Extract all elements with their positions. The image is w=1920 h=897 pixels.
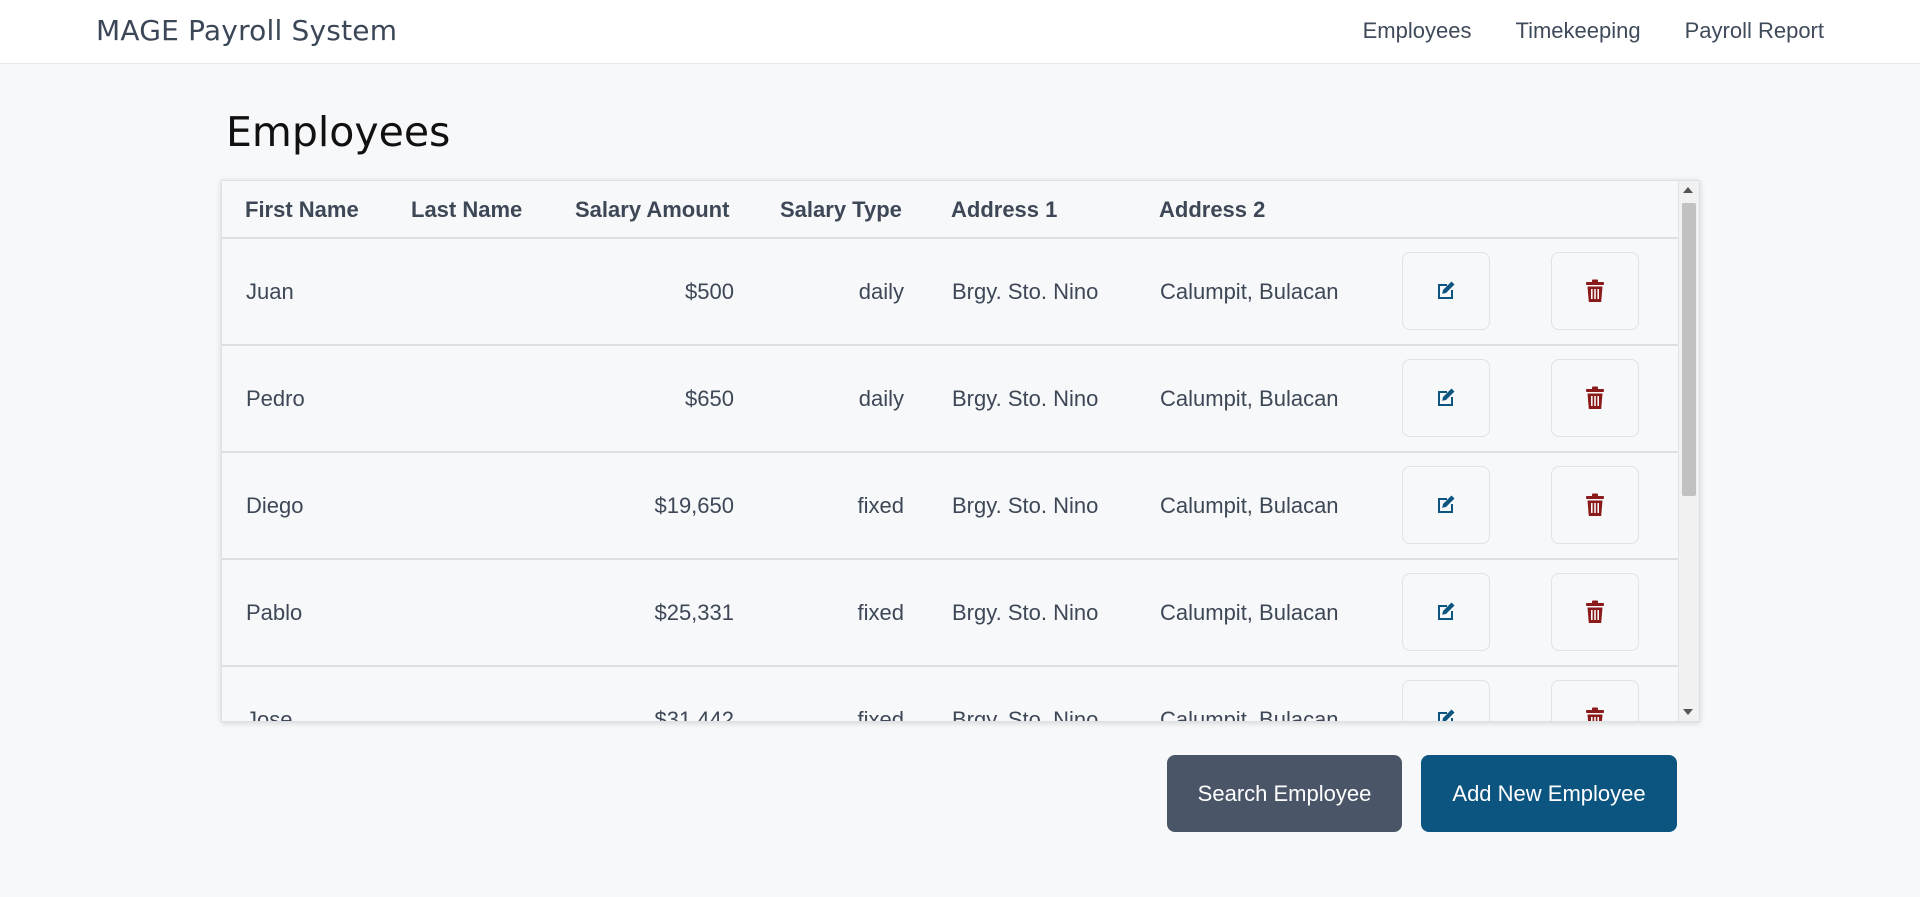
cell-first-name: Juan (246, 279, 294, 304)
nav-employees[interactable]: Employees (1363, 18, 1472, 44)
edit-icon (1434, 707, 1458, 721)
delete-button[interactable] (1551, 573, 1639, 651)
edit-icon (1434, 600, 1458, 624)
cell-address-2: Calumpit, Bulacan (1160, 600, 1339, 625)
col-last-name: Last Name (411, 197, 523, 222)
employees-table: First Name Last Name Salary Amount Salar… (221, 180, 1700, 722)
table-scrollbar[interactable] (1678, 181, 1699, 721)
cell-address-1: Brgy. Sto. Nino (952, 279, 1099, 304)
edit-button[interactable] (1402, 252, 1490, 330)
nav-payroll-report[interactable]: Payroll Report (1685, 18, 1824, 44)
nav-timekeeping[interactable]: Timekeeping (1515, 18, 1640, 44)
col-salary-amount: Salary Amount (575, 197, 730, 222)
cell-salary-type: fixed (857, 493, 904, 518)
cell-address-2: Calumpit, Bulacan (1160, 707, 1339, 722)
table-header: First Name Last Name Salary Amount Salar… (222, 181, 1678, 239)
col-salary-type: Salary Type (780, 197, 902, 222)
scroll-up-icon[interactable] (1683, 187, 1693, 193)
table-row: Juan $500 daily Brgy. Sto. Nino Calumpit, Bu… (222, 239, 1678, 346)
cell-salary-amount: $25,331 (654, 600, 734, 625)
table-row: Pedro $650 daily Brgy. Sto. Nino Calumpit, B… (222, 346, 1678, 453)
edit-icon (1434, 386, 1458, 410)
navbar: MAGE Payroll System Employees Timekeepin… (0, 0, 1920, 64)
cell-address-2: Calumpit, Bulacan (1160, 386, 1339, 411)
trash-icon (1585, 279, 1605, 303)
delete-button[interactable] (1551, 359, 1639, 437)
col-address-1: Address 1 (951, 197, 1058, 222)
cell-salary-amount: $31,442 (654, 707, 734, 722)
col-first-name: First Name (245, 197, 359, 222)
cell-salary-type: daily (858, 279, 904, 304)
trash-icon (1585, 493, 1605, 517)
edit-button[interactable] (1402, 466, 1490, 544)
trash-icon (1585, 600, 1605, 624)
trash-icon (1585, 386, 1605, 410)
edit-icon (1434, 493, 1458, 517)
delete-button[interactable] (1551, 680, 1639, 721)
edit-icon (1434, 279, 1458, 303)
cell-salary-amount: $19,650 (654, 493, 734, 518)
cell-first-name: Pedro (246, 386, 305, 411)
brand-title[interactable]: MAGE Payroll System (96, 14, 397, 47)
delete-button[interactable] (1551, 466, 1639, 544)
cell-address-2: Calumpit, Bulacan (1160, 279, 1339, 304)
search-employee-button[interactable]: Search Employee (1167, 755, 1402, 832)
edit-button[interactable] (1402, 573, 1490, 651)
page-title: Employees (226, 108, 451, 156)
scroll-thumb[interactable] (1682, 203, 1696, 496)
cell-first-name: Pablo (246, 600, 303, 625)
cell-address-1: Brgy. Sto. Nino (952, 707, 1099, 722)
cell-salary-type: fixed (857, 707, 904, 722)
cell-salary-type: daily (858, 386, 904, 411)
cell-salary-type: fixed (857, 600, 904, 625)
edit-button[interactable] (1402, 359, 1490, 437)
cell-salary-amount: $500 (685, 279, 734, 304)
cell-address-1: Brgy. Sto. Nino (952, 600, 1099, 625)
cell-first-name: Diego (246, 493, 304, 518)
col-address-2: Address 2 (1159, 197, 1266, 222)
delete-button[interactable] (1551, 252, 1639, 330)
trash-icon (1585, 707, 1605, 721)
nav-links: Employees Timekeeping Payroll Report (1363, 18, 1824, 44)
cell-address-1: Brgy. Sto. Nino (952, 386, 1099, 411)
cell-salary-amount: $650 (685, 386, 734, 411)
table-row: Jose $31,442 fixed Brgy. Sto. Nino Calumpit,… (222, 667, 1678, 722)
cell-address-1: Brgy. Sto. Nino (952, 493, 1099, 518)
scroll-down-icon[interactable] (1683, 709, 1693, 715)
cell-first-name: Jose (246, 707, 293, 722)
table-row: Pablo $25,331 fixed Brgy. Sto. Nino Calumpit… (222, 560, 1678, 667)
cell-address-2: Calumpit, Bulacan (1160, 493, 1339, 518)
table-row: Diego $19,650 fixed Brgy. Sto. Nino Calumpit… (222, 453, 1678, 560)
edit-button[interactable] (1402, 680, 1490, 721)
table-body: First Name Last Name Salary Amount Salar… (222, 181, 1678, 722)
add-new-employee-button[interactable]: Add New Employee (1421, 755, 1677, 832)
